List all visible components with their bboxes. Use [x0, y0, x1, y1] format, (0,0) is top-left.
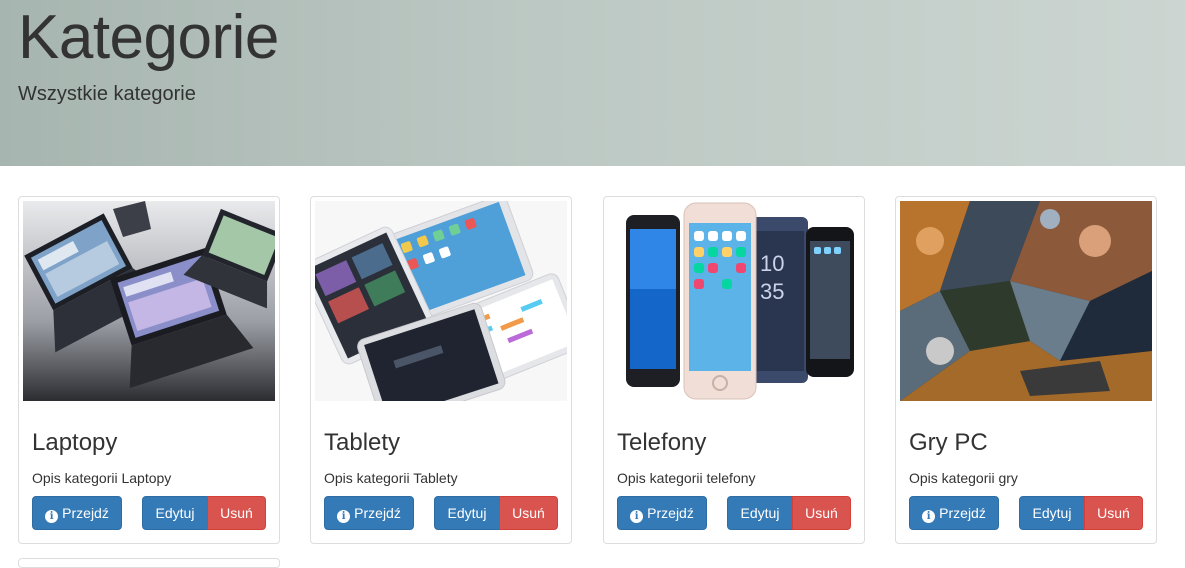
category-title: Telefony [617, 429, 707, 456]
svg-text:35: 35 [760, 279, 784, 304]
info-circle-icon: i [922, 510, 936, 523]
go-button-label: Przejdź [647, 505, 694, 521]
category-image-pc-games [900, 201, 1152, 401]
category-description: Opis kategorii Laptopy [32, 470, 172, 486]
info-circle-icon: i [45, 510, 59, 523]
category-card-telefony: 10 35 Telefony Opis kategorii telefony i… [603, 196, 865, 544]
edit-button[interactable]: Edytuj [1019, 496, 1085, 530]
category-card-partial [18, 558, 280, 568]
category-card-tablety: Tablety Opis kategorii Tablety i Przejdź … [310, 196, 572, 544]
delete-button[interactable]: Usuń [207, 496, 266, 530]
svg-text:10: 10 [760, 251, 784, 276]
edit-button[interactable]: Edytuj [142, 496, 208, 530]
edit-button[interactable]: Edytuj [434, 496, 500, 530]
go-button-label: Przejdź [62, 505, 109, 521]
category-image-phones: 10 35 [608, 201, 860, 401]
delete-button[interactable]: Usuń [499, 496, 558, 530]
category-image-laptops [23, 201, 275, 401]
go-button[interactable]: i Przejdź [617, 496, 707, 530]
page-title: Kategorie [18, 3, 279, 72]
category-image-tablets [315, 201, 567, 401]
category-description: Opis kategorii gry [909, 470, 1018, 486]
category-description: Opis kategorii Tablety [324, 470, 458, 486]
edit-button[interactable]: Edytuj [727, 496, 793, 530]
category-card-gry-pc: Gry PC Opis kategorii gry i Przejdź Edytu… [895, 196, 1157, 544]
delete-button[interactable]: Usuń [1084, 496, 1143, 530]
go-button-label: Przejdź [939, 505, 986, 521]
category-title: Laptopy [32, 429, 118, 456]
category-title: Gry PC [909, 429, 988, 456]
go-button[interactable]: i Przejdź [909, 496, 999, 530]
info-circle-icon: i [337, 510, 351, 523]
category-card-laptopy: Laptopy Opis kategorii Laptopy i Przejdź … [18, 196, 280, 544]
category-title: Tablety [324, 429, 401, 456]
info-circle-icon: i [630, 510, 644, 523]
go-button[interactable]: i Przejdź [32, 496, 122, 530]
category-description: Opis kategorii telefony [617, 470, 756, 486]
page-header: Kategorie Wszystkie kategorie [0, 0, 1185, 166]
delete-button[interactable]: Usuń [792, 496, 851, 530]
page-subtitle: Wszystkie kategorie [18, 83, 196, 105]
go-button[interactable]: i Przejdź [324, 496, 414, 530]
go-button-label: Przejdź [354, 505, 401, 521]
